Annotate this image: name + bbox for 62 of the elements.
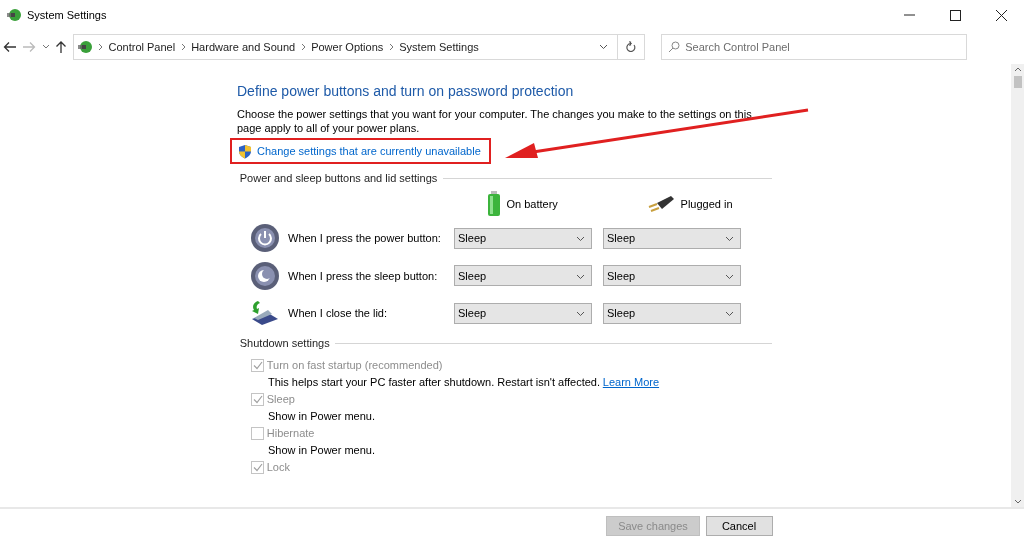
power-icon: [250, 223, 280, 254]
chevron-right-icon: [180, 43, 186, 51]
chevron-right-icon: [300, 43, 306, 51]
up-icon[interactable]: [55, 40, 68, 54]
chevron-down-icon: [725, 236, 734, 243]
dropdown[interactable]: Sleep: [603, 302, 741, 324]
option-label: Hibernate: [266, 426, 315, 441]
setting-label: When I press the power button:: [288, 231, 442, 246]
option-description: This helps start your PC faster after shutdown. Restart isn't affected.: [268, 375, 601, 390]
recent-pages-icon[interactable]: [41, 44, 50, 50]
option-description: Show in Power menu.: [268, 443, 375, 458]
maximize-icon: [949, 9, 961, 21]
address-bar[interactable]: Control Panel Hardware and Sound Power Options System Settings: [72, 34, 645, 60]
refresh-icon: [625, 41, 637, 53]
column-heading: On battery: [506, 197, 558, 212]
chevron-down-icon: [599, 44, 609, 50]
dropdown[interactable]: Sleep: [454, 302, 592, 324]
chevron-down-icon: [576, 236, 585, 243]
dropdown[interactable]: Sleep: [603, 227, 741, 249]
setting-label: When I press the sleep button:: [288, 268, 439, 284]
breadcrumb-item[interactable]: Power Options: [311, 38, 384, 56]
minimize-icon: [903, 14, 915, 16]
moon-icon: [250, 260, 280, 291]
plug-icon: [647, 195, 676, 214]
search-field[interactable]: Search Control Panel: [661, 34, 968, 60]
search-icon: [667, 41, 680, 53]
page-heading: Define power buttons and turn on password protection: [237, 81, 575, 101]
breadcrumb-item[interactable]: Control Panel: [108, 38, 176, 56]
option-label: Lock: [266, 460, 290, 475]
chevron-down-icon: [725, 273, 734, 280]
scrollbar-thumb[interactable]: [1013, 75, 1022, 88]
app-icon: [76, 39, 93, 55]
intro-text: Choose the power settings that you want for your computer. The changes you make to the settings on this page apply to all of your power plans.: [237, 107, 752, 135]
laptop-icon: [250, 299, 280, 328]
option-description: Show in Power menu.: [268, 409, 375, 424]
window-title: System Settings: [27, 7, 107, 23]
scrollbar[interactable]: [1011, 64, 1024, 507]
scroll-up-icon[interactable]: [1013, 66, 1022, 72]
option-label: Turn on fast startup (recommended): [266, 358, 443, 373]
option-label: Sleep: [266, 392, 295, 407]
chevron-down-icon: [576, 311, 585, 318]
change-settings-link[interactable]: Change settings that are currently unavailable: [257, 142, 481, 160]
close-icon: [995, 9, 1007, 21]
chevron-down-icon: [576, 273, 585, 280]
back-icon[interactable]: [2, 41, 17, 53]
dropdown[interactable]: Sleep: [454, 265, 592, 287]
dropdown[interactable]: Sleep: [454, 227, 592, 249]
chevron-right-icon: [388, 43, 394, 51]
section-title: Power and sleep buttons and lid settings: [239, 170, 438, 186]
battery-icon: [487, 191, 501, 218]
chevron-down-icon: [725, 311, 734, 318]
app-icon: [5, 7, 22, 23]
column-heading: Plugged in: [680, 197, 733, 212]
shield-icon: [238, 143, 252, 159]
breadcrumb-item[interactable]: System Settings: [399, 38, 479, 56]
setting-label: When I close the lid:: [288, 306, 389, 321]
scroll-down-icon[interactable]: [1013, 499, 1022, 505]
section-title: Shutdown settings: [239, 335, 330, 351]
chevron-right-icon: [98, 43, 103, 51]
cancel-button[interactable]: Cancel: [705, 516, 773, 536]
breadcrumb-item[interactable]: Hardware and Sound: [191, 38, 296, 56]
dropdown[interactable]: Sleep: [603, 265, 741, 287]
